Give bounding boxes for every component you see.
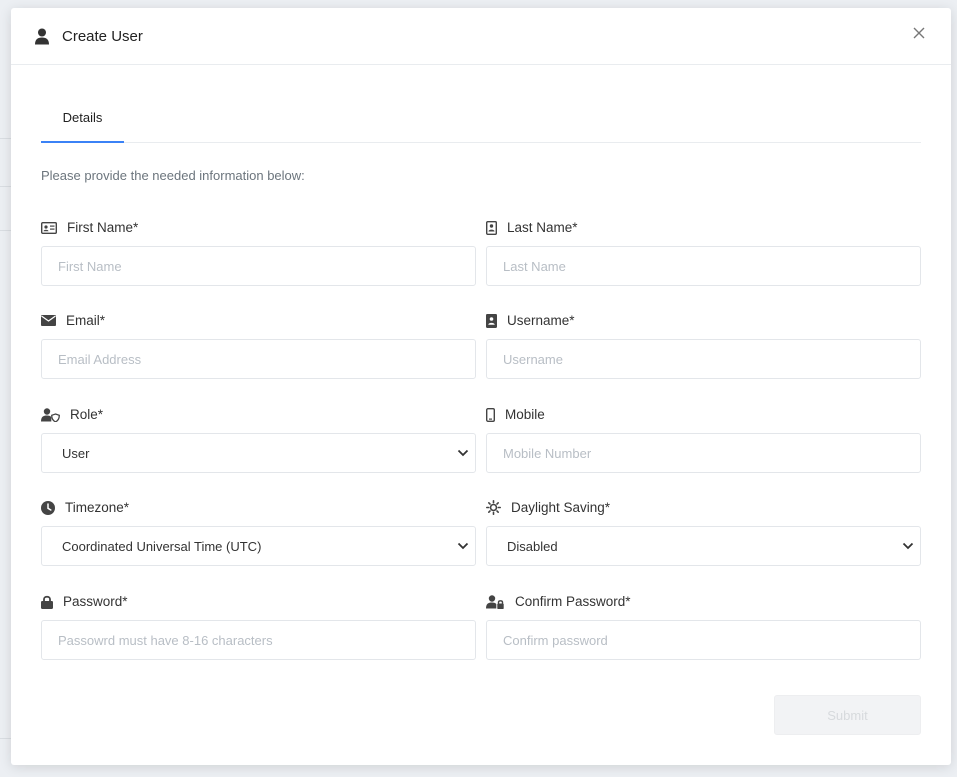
background-divider	[0, 138, 11, 139]
background-divider	[0, 186, 11, 187]
envelope-icon	[41, 315, 56, 326]
lock-icon	[41, 595, 53, 609]
dialog-title: Create User	[62, 27, 143, 45]
daylight-saving-label-text: Daylight Saving*	[511, 500, 611, 515]
confirm-password-label: Confirm Password*	[486, 594, 631, 609]
first-name-label: First Name*	[41, 220, 138, 235]
role-select[interactable]: User	[41, 433, 476, 473]
mobile-label-text: Mobile	[505, 407, 545, 422]
user-icon	[35, 28, 49, 45]
confirm-password-input[interactable]: Confirm password	[486, 620, 921, 660]
background-divider	[0, 230, 11, 231]
mobile-phone-icon	[486, 407, 495, 422]
email-input[interactable]: Email Address	[41, 339, 476, 379]
tab-bar: Details	[41, 93, 921, 143]
create-user-dialog: Create User Details Please provide the n…	[11, 8, 951, 765]
last-name-label: Last Name*	[486, 220, 578, 235]
password-label: Password*	[41, 594, 128, 609]
mobile-label: Mobile	[486, 407, 545, 422]
username-input[interactable]: Username	[486, 339, 921, 379]
chevron-down-icon	[457, 449, 469, 457]
chevron-down-icon	[902, 542, 914, 550]
password-placeholder: Passowrd must have 8-16 characters	[58, 632, 273, 648]
id-card-icon	[41, 221, 57, 234]
clock-icon	[41, 500, 55, 515]
timezone-select[interactable]: Coordinated Universal Time (UTC)	[41, 526, 476, 566]
confirm-password-label-text: Confirm Password*	[515, 594, 631, 609]
role-label: Role*	[41, 407, 103, 422]
username-label: Username*	[486, 313, 575, 328]
last-name-input[interactable]: Last Name	[486, 246, 921, 286]
chevron-down-icon	[457, 542, 469, 550]
user-lock-icon	[486, 594, 504, 609]
email-label-text: Email*	[66, 313, 106, 328]
timezone-selected-value: Coordinated Universal Time (UTC)	[62, 538, 262, 554]
daylight-saving-select[interactable]: Disabled	[486, 526, 921, 566]
user-shield-icon	[41, 407, 60, 422]
email-placeholder: Email Address	[58, 351, 142, 367]
first-name-placeholder: First Name	[58, 258, 122, 274]
mobile-input[interactable]: Mobile Number	[486, 433, 921, 473]
dialog-header: Create User	[11, 8, 951, 65]
last-name-label-text: Last Name*	[507, 220, 578, 235]
password-label-text: Password*	[63, 594, 128, 609]
password-input[interactable]: Passowrd must have 8-16 characters	[41, 620, 476, 660]
role-label-text: Role*	[70, 407, 104, 422]
email-label: Email*	[41, 313, 105, 328]
daylight-saving-label: Daylight Saving*	[486, 500, 610, 515]
sun-icon	[486, 500, 501, 515]
tab-details[interactable]: Details	[41, 93, 124, 143]
submit-button[interactable]: Submit	[774, 695, 921, 735]
close-button[interactable]	[909, 22, 929, 44]
timezone-label-text: Timezone*	[65, 500, 130, 515]
username-placeholder: Username	[503, 351, 563, 367]
first-name-label-text: First Name*	[67, 220, 139, 235]
close-icon	[913, 27, 925, 39]
mobile-placeholder: Mobile Number	[503, 445, 592, 461]
last-name-placeholder: Last Name	[503, 258, 566, 274]
role-selected-value: User	[62, 445, 90, 461]
background-divider	[0, 738, 11, 739]
intro-text: Please provide the needed information be…	[41, 168, 305, 183]
confirm-password-placeholder: Confirm password	[503, 632, 608, 648]
first-name-input[interactable]: First Name	[41, 246, 476, 286]
contact-book-icon	[486, 220, 497, 235]
daylight-saving-selected-value: Disabled	[507, 538, 558, 554]
username-label-text: Username*	[507, 313, 575, 328]
address-book-icon	[486, 313, 497, 328]
timezone-label: Timezone*	[41, 500, 129, 515]
